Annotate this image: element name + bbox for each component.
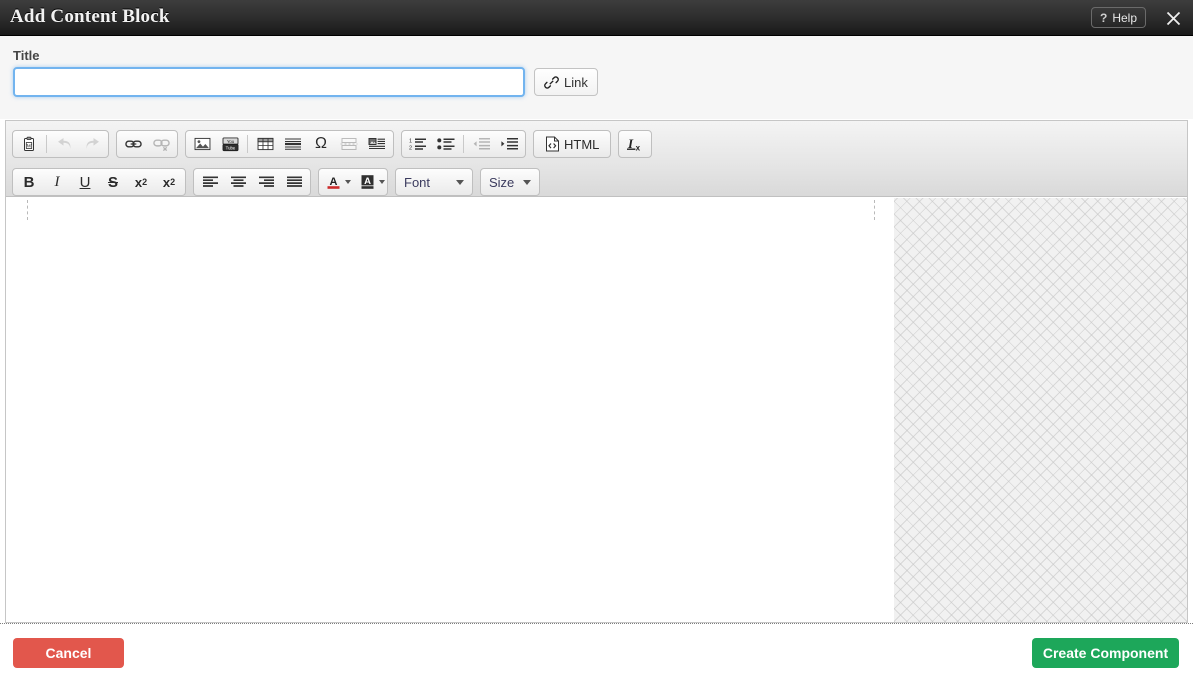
toolbar-group-clipboard: W: [12, 130, 109, 158]
toolbar-group-text-style: B I U S x2 x2: [12, 168, 186, 196]
image-with-text-icon[interactable]: [364, 132, 390, 156]
toolbar-separator: [46, 135, 47, 153]
align-justify-icon[interactable]: [281, 170, 307, 194]
underline-icon[interactable]: U: [72, 170, 98, 194]
svg-text:Tube: Tube: [225, 145, 235, 150]
toolbar-separator: [463, 135, 464, 153]
chain-link-icon: [544, 75, 559, 90]
image-button[interactable]: [189, 132, 215, 156]
title-input[interactable]: [13, 67, 525, 97]
toolbar-group-remove-format: I x: [618, 130, 652, 158]
sidebar-placeholder-panel: [894, 198, 1187, 622]
unlink-button[interactable]: [148, 132, 174, 156]
italic-icon[interactable]: I: [44, 170, 70, 194]
create-component-button[interactable]: Create Component: [1032, 638, 1179, 668]
editor-content-area[interactable]: [6, 198, 1187, 622]
table-grid-icon[interactable]: [252, 132, 278, 156]
toolbar-separator: [247, 135, 248, 153]
source-document-icon: [545, 136, 560, 152]
redo-button[interactable]: [79, 132, 105, 156]
chevron-down-icon: [523, 180, 531, 185]
text-color-icon[interactable]: A: [322, 170, 344, 194]
help-button-label: Help: [1112, 11, 1137, 25]
toolbar-group-insert: You Tube: [185, 130, 394, 158]
align-center-icon[interactable]: [225, 170, 251, 194]
outdent-icon[interactable]: [468, 132, 494, 156]
chevron-down-icon[interactable]: [379, 180, 385, 184]
svg-text:A: A: [329, 176, 337, 188]
bulleted-list-icon[interactable]: [433, 132, 459, 156]
column-guide-left: [27, 200, 28, 220]
html-source-button-label: HTML: [564, 137, 599, 152]
title-link-button[interactable]: Link: [534, 68, 598, 96]
subscript-icon[interactable]: x2: [128, 170, 154, 194]
toolbar-row-2: B I U S x2 x2: [12, 165, 1187, 199]
cancel-button[interactable]: Cancel: [13, 638, 124, 668]
svg-text:x: x: [636, 143, 641, 152]
page-break-icon[interactable]: [336, 132, 362, 156]
question-mark-icon: ?: [1100, 11, 1107, 25]
title-label: Title: [13, 48, 40, 63]
svg-text:A: A: [364, 176, 371, 187]
chevron-down-icon[interactable]: [345, 180, 351, 184]
align-right-icon[interactable]: [253, 170, 279, 194]
svg-text:1: 1: [409, 139, 412, 145]
indent-icon[interactable]: [496, 132, 522, 156]
remove-format-icon[interactable]: I x: [622, 132, 648, 156]
title-field-section: Title Link: [0, 36, 1193, 119]
window-titlebar: Add Content Block ? Help: [0, 0, 1193, 36]
size-dropdown[interactable]: Size: [480, 168, 540, 196]
paste-from-word-button[interactable]: W: [16, 132, 42, 156]
background-color-icon[interactable]: A: [356, 170, 378, 194]
bold-icon[interactable]: B: [16, 170, 42, 194]
font-dropdown-label: Font: [404, 175, 452, 190]
size-dropdown-label: Size: [489, 175, 519, 190]
help-button[interactable]: ? Help: [1091, 7, 1146, 28]
editor-toolbar: W: [6, 121, 1187, 197]
close-icon[interactable]: [1161, 7, 1185, 29]
undo-button[interactable]: [51, 132, 77, 156]
align-left-icon[interactable]: [197, 170, 223, 194]
column-guide-right: [874, 200, 875, 220]
toolbar-group-colors: A A: [318, 168, 388, 196]
toolbar-group-links: [116, 130, 178, 158]
omega-icon[interactable]: Ω: [308, 132, 334, 156]
font-dropdown[interactable]: Font: [395, 168, 473, 196]
page-title: Add Content Block: [10, 6, 170, 28]
youtube-button[interactable]: You Tube: [217, 132, 243, 156]
superscript-icon[interactable]: x2: [156, 170, 182, 194]
svg-text:You: You: [226, 138, 234, 143]
toolbar-group-lists: 1 2: [401, 130, 526, 158]
rich-text-editor: W: [5, 120, 1188, 623]
svg-text:2: 2: [409, 146, 412, 151]
dialog-footer: Cancel Create Component: [0, 623, 1193, 673]
link-button[interactable]: [120, 132, 146, 156]
chevron-down-icon: [456, 180, 464, 185]
toolbar-group-source: HTML: [533, 130, 611, 158]
title-link-button-label: Link: [564, 75, 588, 90]
html-source-button[interactable]: HTML: [537, 132, 607, 156]
numbered-list-icon[interactable]: 1 2: [405, 132, 431, 156]
horizontal-rule-icon[interactable]: [280, 132, 306, 156]
toolbar-group-alignment: [193, 168, 311, 196]
strikethrough-icon[interactable]: S: [100, 170, 126, 194]
toolbar-row-1: W: [12, 127, 1187, 161]
